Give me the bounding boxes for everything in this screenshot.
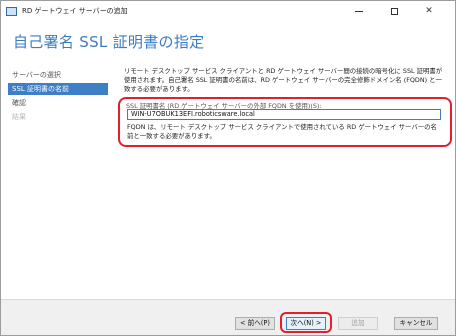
minimize-button[interactable] (345, 1, 373, 21)
nav-item-confirm[interactable]: 確認 (8, 97, 108, 109)
fqdn-note: FQDN は、リモート デスクトップ サービス クライアントで使用されている R… (127, 123, 437, 140)
minimize-icon (355, 10, 363, 12)
cert-name-input[interactable]: WIN-U7OBUK13EFI.roboticsware.local (127, 109, 441, 120)
page-title: 自己署名 SSL 証明書の指定 (13, 33, 205, 51)
header-banner: 自己署名 SSL 証明書の指定 (1, 21, 455, 63)
close-button[interactable]: ✕ (415, 1, 443, 21)
nav-item-results: 結果 (12, 113, 26, 121)
nav-item-ssl-cert-name[interactable]: SSL 証明書の名前 (8, 83, 108, 95)
title-bar: RD ゲートウェイ サーバーの追加 ✕ (1, 1, 455, 21)
cancel-button[interactable]: キャンセル (394, 317, 438, 330)
add-rd-gateway-server-dialog: RD ゲートウェイ サーバーの追加 ✕ 自己署名 SSL 証明書の指定 サーバー… (0, 0, 456, 336)
maximize-button[interactable] (380, 1, 408, 21)
button-bar: < 前へ(P) 次へ(N) > 追加 キャンセル (1, 299, 455, 335)
description-text: リモート デスクトップ サービス クライアントと RD ゲートウェイ サーバー間… (124, 67, 443, 93)
maximize-icon (390, 7, 398, 15)
app-icon (6, 6, 17, 16)
window-title: RD ゲートウェイ サーバーの追加 (22, 7, 128, 15)
close-icon: ✕ (425, 6, 433, 16)
content-pane: リモート デスクトップ サービス クライアントと RD ゲートウェイ サーバー間… (113, 63, 455, 299)
nav-item-server-select[interactable]: サーバーの選択 (8, 69, 108, 81)
wizard-step-nav: サーバーの選択 SSL 証明書の名前 確認 結果 (1, 63, 113, 299)
next-button-highlight (280, 312, 332, 333)
add-button: 追加 (338, 317, 378, 330)
previous-button[interactable]: < 前へ(P) (235, 317, 275, 330)
